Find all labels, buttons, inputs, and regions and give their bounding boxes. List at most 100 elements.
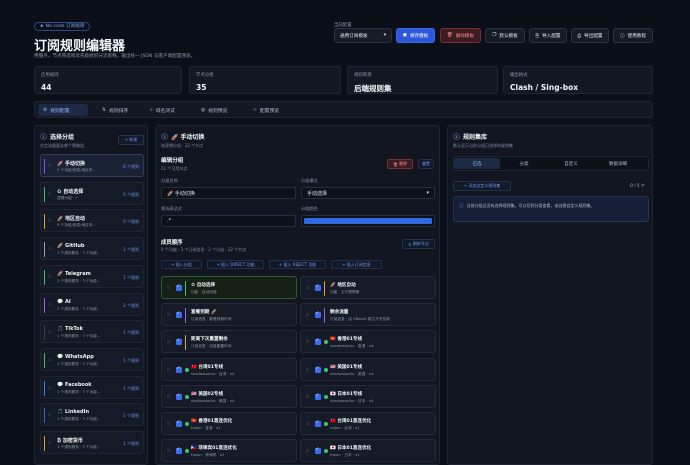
drag-handle-icon[interactable]: ⠿ bbox=[167, 312, 170, 317]
group-select-panel: 1 选择分组 先定流量要走哪个策略组 + 新建 ⠿ 🚀 手动切换 5 个功能/信息/… bbox=[34, 125, 148, 465]
tab-config-preview[interactable]: ‹› 配置预览 bbox=[248, 104, 284, 116]
member-item[interactable]: ⠿ 🇹🇼 台湾01专线shadowsocks · 台湾 · x4 bbox=[161, 357, 297, 381]
node-status-dot bbox=[185, 394, 189, 399]
drag-handle-icon[interactable]: ⠿ bbox=[306, 448, 309, 453]
member-checkbox[interactable] bbox=[315, 420, 321, 427]
default-template-button[interactable]: ❐ 默认模板 bbox=[485, 28, 525, 43]
new-group-button[interactable]: + 新建 bbox=[118, 135, 144, 145]
member-item[interactable]: ⠿ 🇭🇰 香港01专线shadowsocks · 香港 · x4 bbox=[300, 330, 436, 354]
filter-input[interactable]: .* bbox=[161, 215, 296, 227]
drag-handle-icon[interactable]: ⠿ bbox=[48, 385, 51, 390]
ruleset-tab[interactable]: 数据详细 bbox=[595, 158, 641, 169]
insert-reject-button[interactable]: + 插入 REJECT 功能 bbox=[269, 260, 326, 269]
insert-subinfo-button[interactable]: + 插入订阅信息 bbox=[331, 260, 382, 269]
drag-handle-icon[interactable]: ⠿ bbox=[167, 285, 170, 290]
member-item[interactable]: ⠿ 剩余流量订阅信息 · 由 XBoard 原生开关控制 bbox=[300, 303, 436, 327]
member-checkbox[interactable] bbox=[315, 393, 321, 400]
member-checkbox[interactable] bbox=[176, 447, 182, 455]
member-checkbox[interactable] bbox=[315, 366, 321, 373]
member-item[interactable]: ⠿ 🇯🇵 日本01直连优化trojan · 日本 · x1 bbox=[300, 439, 436, 463]
drag-handle-icon[interactable]: ⠿ bbox=[167, 367, 170, 372]
group-item[interactable]: ⠿ 💬 WhatsApp 1 个规则服务 · 3 个功能... 1 个规则 bbox=[40, 347, 144, 371]
member-item[interactable]: ⠿ 🇯🇵 日本01专线shadowsocks · 日本 · x4 bbox=[300, 384, 436, 408]
export-config-button[interactable]: ⎙ 导出配置 bbox=[571, 28, 609, 43]
ruleset-tab[interactable]: 分类 bbox=[501, 158, 547, 169]
drag-handle-icon[interactable]: ⠿ bbox=[167, 339, 170, 344]
drag-handle-icon[interactable]: ⠿ bbox=[48, 412, 51, 417]
member-checkbox[interactable] bbox=[315, 311, 321, 319]
group-item[interactable]: ⠿ 🚀 地区自动 5 个功能/信息/地区来... 0 个规则 bbox=[40, 209, 144, 233]
tab-rule-preview[interactable]: ◍ 规则预览 bbox=[196, 104, 232, 116]
member-checkbox[interactable] bbox=[176, 284, 182, 291]
group-color-bar bbox=[44, 269, 45, 285]
drag-handle-icon[interactable]: ⠿ bbox=[48, 440, 51, 445]
group-item[interactable]: ⠿ 🚀 GitHub 1 个规则服务 · 3 个功能... 1 个规则 bbox=[40, 237, 144, 261]
tab-domain-test[interactable]: ⌕ 域名测试 bbox=[145, 104, 180, 116]
drag-handle-icon[interactable]: ⠿ bbox=[48, 274, 51, 279]
group-item[interactable]: ⠿ 🚀 手动切换 5 个功能/信息/地区来... 6 个规则 bbox=[40, 154, 144, 177]
drag-handle-icon[interactable]: ⠿ bbox=[48, 246, 51, 251]
member-item[interactable]: ⠿ 🇵🇭 菲律宾01直连优化trojan · 菲律宾 · x1 bbox=[161, 439, 297, 463]
drag-handle-icon[interactable]: ⠿ bbox=[48, 302, 51, 307]
member-item[interactable]: ⠿ 🚀 地区自动功能 · 主代理策略 bbox=[300, 276, 436, 299]
member-item[interactable]: ⠿ 🇺🇸 美国02专线shadowsocks · 美国 · x4 bbox=[161, 384, 297, 408]
group-item[interactable]: ⠿ 🚀 Telegram 1 个规则服务 · 3 个功能... 1 个规则 bbox=[40, 264, 144, 288]
tab-rule-order[interactable]: ⇅ 规则排序 bbox=[97, 104, 133, 116]
group-item[interactable]: ⠿ 🎵 TikTok 1 个规则服务 · 3 个功能... 1 个规则 bbox=[40, 320, 144, 344]
drag-handle-icon[interactable]: ⠿ bbox=[306, 394, 309, 399]
drag-handle-icon[interactable]: ⠿ bbox=[306, 367, 309, 372]
drag-handle-icon[interactable]: ⠿ bbox=[167, 448, 170, 453]
reset-group-button[interactable]: 重置 bbox=[418, 159, 434, 169]
config-select[interactable]: 通用订阅模板 ▾ bbox=[334, 28, 392, 43]
group-item[interactable]: ⠿ ♻ 自动选择 逻辑分组 · ⚡ 0 个规则 bbox=[40, 181, 144, 205]
ruleset-tab[interactable]: 自定义 bbox=[548, 158, 594, 169]
member-item[interactable]: ⠿ 🇭🇰 香港01直连优化 trojan · 香港 · x1 bbox=[161, 412, 297, 435]
drag-handle-icon[interactable]: ⠿ bbox=[306, 339, 309, 344]
delete-group-button[interactable]: 🗑 删除 bbox=[387, 159, 413, 169]
group-rule-count: 1 个规则 bbox=[123, 247, 139, 253]
member-checkbox[interactable] bbox=[176, 311, 182, 319]
insert-group-button[interactable]: + 插入分组 bbox=[161, 260, 202, 269]
member-item[interactable]: ⠿ 套餐到期 🚀订阅信息 · 套餐到期时间 bbox=[161, 303, 297, 327]
member-item[interactable]: ⠿ 🇺🇸 美国01专线shadowsocks · 美国 · x4 bbox=[300, 357, 436, 381]
group-color-label: 分组颜色 bbox=[301, 206, 318, 211]
add-custom-ruleset-button[interactable]: + 添加自定义规则集 bbox=[453, 181, 511, 191]
drag-handle-icon[interactable]: ⠿ bbox=[48, 329, 51, 334]
tab-rule-config[interactable]: ⚙ 规则配置 bbox=[38, 104, 88, 116]
drag-handle-icon[interactable]: ⠿ bbox=[167, 394, 170, 399]
member-checkbox[interactable] bbox=[315, 284, 321, 291]
drag-handle-icon[interactable]: ⠿ bbox=[306, 285, 309, 290]
member-checkbox[interactable] bbox=[176, 338, 182, 346]
drag-handle-icon[interactable]: ⠿ bbox=[306, 421, 309, 426]
group-item[interactable]: ⠿ 💬 Facebook 1 个规则服务 · 3 个功能... 1 个规则 bbox=[40, 375, 144, 399]
member-item[interactable]: ⠿ ♻ 自动选择功能 · 自动测速 bbox=[161, 276, 297, 299]
group-color-picker[interactable] bbox=[301, 215, 435, 227]
refresh-nodes-button[interactable]: ↻ 刷新节点 bbox=[402, 239, 435, 249]
group-name-input[interactable]: 🚀 手动切换 bbox=[161, 187, 296, 199]
drag-handle-icon[interactable]: ⠿ bbox=[48, 163, 51, 168]
member-checkbox[interactable] bbox=[176, 366, 182, 373]
tutorial-button[interactable]: ⓘ 使用教程 bbox=[613, 28, 653, 43]
insert-direct-button[interactable]: + 插入 DIRECT 功能 bbox=[207, 260, 264, 269]
group-item[interactable]: ⠿ 🎵 LinkedIn 1 个规则服务 · 3 个功能... 1 个规则 bbox=[40, 403, 144, 427]
member-item[interactable]: ⠿ 距离下次重置剩余订阅信息 · 流量重置时间 bbox=[161, 330, 297, 354]
ruleset-tab[interactable]: 已选 bbox=[454, 158, 500, 169]
member-checkbox[interactable] bbox=[315, 447, 321, 455]
member-checkbox[interactable] bbox=[176, 420, 182, 427]
save-template-button[interactable]: ▣ 保存模板 bbox=[396, 28, 435, 43]
drag-handle-icon[interactable]: ⠿ bbox=[48, 191, 51, 196]
group-name: 💬 AI bbox=[57, 298, 71, 305]
member-checkbox[interactable] bbox=[315, 338, 321, 346]
group-item[interactable]: ⠿ ₿ 加密货币 1 个规则服务 · 3 个功能... 1 个规则 bbox=[40, 431, 144, 454]
drag-handle-icon[interactable]: ⠿ bbox=[48, 218, 51, 223]
member-item[interactable]: ⠿ 🇹🇼 台湾01直连优化 trojan · 台湾 · x1 bbox=[300, 412, 436, 435]
drag-handle-icon[interactable]: ⠿ bbox=[167, 421, 170, 426]
drag-handle-icon[interactable]: ⠿ bbox=[306, 312, 309, 317]
drag-handle-icon[interactable]: ⠿ bbox=[48, 357, 51, 362]
member-checkbox[interactable] bbox=[176, 393, 182, 400]
group-item[interactable]: ⠿ 💬 AI 2 个规则服务 · 3 个功能... 2 个规则 bbox=[40, 292, 144, 316]
group-mode-select[interactable]: 手动选择 ▾ bbox=[301, 187, 435, 199]
import-config-button[interactable]: ⎘ 导入配置 bbox=[529, 28, 567, 43]
delete-template-button[interactable]: 🗑 删除模板 bbox=[440, 28, 481, 43]
group-desc: 5 个功能/信息/地区来... bbox=[57, 168, 97, 172]
